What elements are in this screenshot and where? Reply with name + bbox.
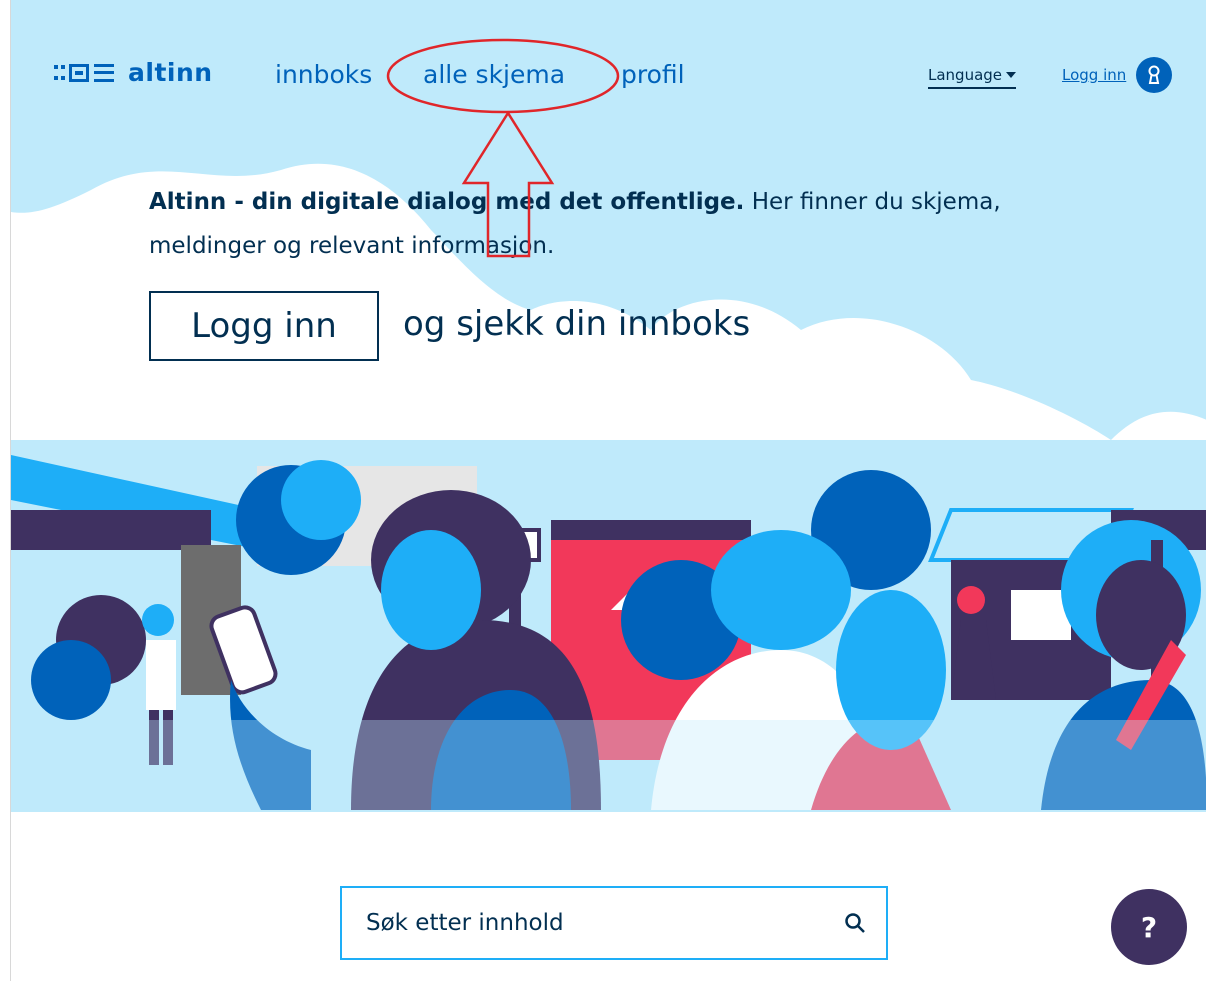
search-icon[interactable] [844,912,866,934]
hero-illustration [11,440,1206,812]
login-avatar-button[interactable] [1136,57,1172,93]
search-box [340,886,888,960]
nav-alle-skjema[interactable]: alle skjema [423,60,565,89]
keyhole-icon [1148,65,1160,84]
search-input[interactable] [364,909,818,937]
hero-login-button[interactable]: Logg inn [149,291,379,361]
nav-innboks[interactable]: innboks [275,60,372,89]
top-navigation-bar: altinn innboks alle skjema profil Langua… [11,0,1206,120]
header-login-link[interactable]: Logg inn [1062,66,1126,84]
brand-name: altinn [128,58,213,87]
altinn-logo[interactable]: altinn [54,58,213,87]
nav-profil[interactable]: profil [621,60,685,89]
hero-intro: Altinn - din digitale dialog med det off… [149,180,1049,268]
language-label: Language [928,66,1003,84]
help-button[interactable]: ? [1111,889,1187,965]
hero-login-tagline: og sjekk din innboks [403,304,751,344]
chevron-down-icon [1006,72,1017,78]
altinn-page: altinn innboks alle skjema profil Langua… [10,0,1206,981]
hero-intro-bold: Altinn - din digitale dialog med det off… [149,189,745,215]
language-selector[interactable]: Language [928,66,1017,89]
altinn-logo-icon [54,63,114,82]
